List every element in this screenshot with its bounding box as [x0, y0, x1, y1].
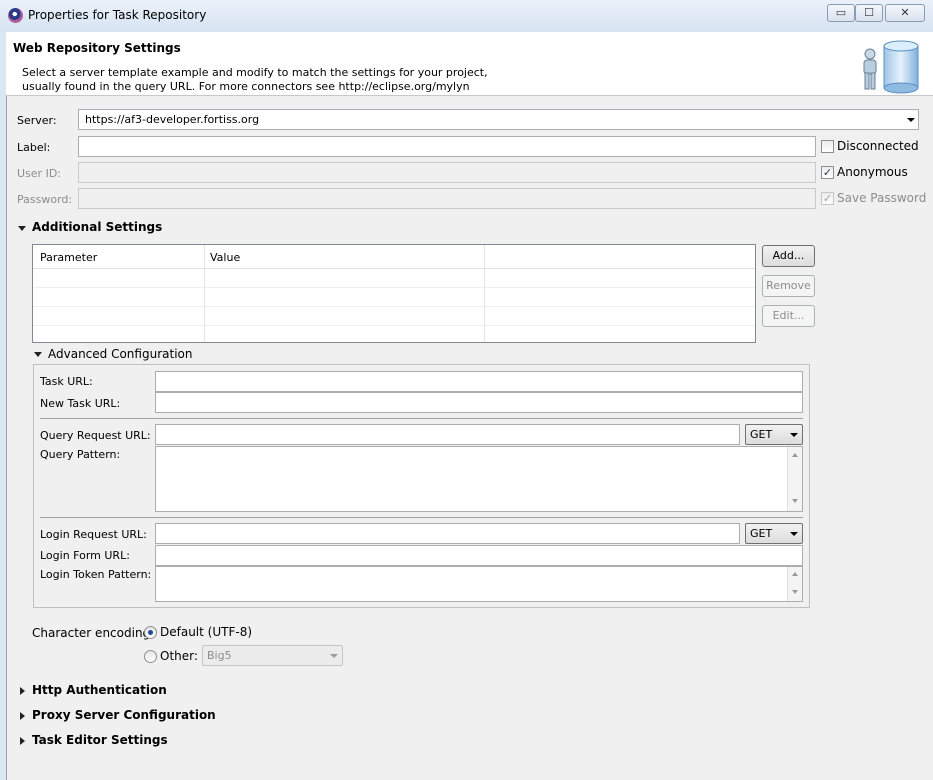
maximize-icon: ☐ [864, 6, 874, 19]
chevron-down-icon [907, 118, 915, 122]
server-value: https://af3-developer.fortiss.org [85, 113, 260, 126]
checkmark-icon: ✓ [822, 192, 833, 205]
disconnected-label: Disconnected [837, 139, 919, 153]
login-form-url-label: Login Form URL: [40, 549, 130, 562]
login-token-scrollbar[interactable] [787, 567, 802, 601]
window-title: Properties for Task Repository [28, 8, 207, 22]
login-form-url-input[interactable] [155, 545, 803, 566]
save-password-label: Save Password [837, 191, 927, 205]
task-editor-settings-section[interactable]: Task Editor Settings [32, 733, 168, 747]
login-token-pattern-label: Login Token Pattern: [40, 568, 152, 581]
scroll-up-icon[interactable] [792, 453, 798, 457]
new-task-url-input[interactable] [155, 392, 803, 413]
label-input[interactable] [78, 136, 816, 157]
radio-selected-dot [148, 630, 153, 635]
query-request-url-input[interactable] [155, 424, 740, 445]
minimize-button[interactable]: ▭ [827, 4, 855, 22]
page-description: Select a server template example and mod… [22, 66, 488, 93]
anonymous-checkbox[interactable]: ✓ [821, 166, 834, 179]
other-encoding-radio[interactable] [144, 650, 157, 663]
query-request-url-label: Query Request URL: [40, 429, 151, 442]
separator [40, 418, 803, 419]
http-authentication-section[interactable]: Http Authentication [32, 683, 167, 697]
password-input[interactable] [78, 188, 816, 209]
edit-parameter-button[interactable]: Edit... [762, 305, 815, 327]
chevron-down-icon [790, 433, 798, 437]
query-pattern-textarea[interactable] [155, 446, 803, 512]
login-request-url-input[interactable] [155, 523, 740, 544]
close-window-button[interactable]: ✕ [885, 4, 925, 22]
server-combo[interactable]: https://af3-developer.fortiss.org [78, 109, 919, 130]
minimize-icon: ▭ [835, 6, 847, 19]
default-encoding-label: Default (UTF-8) [160, 625, 253, 639]
userid-label: User ID: [17, 167, 61, 180]
remove-parameter-button[interactable]: Remove [762, 275, 815, 297]
chevron-down-icon [790, 532, 798, 536]
password-label: Password: [17, 193, 73, 206]
expand-additional-settings-icon[interactable] [18, 226, 26, 231]
default-encoding-radio[interactable] [144, 626, 157, 639]
login-token-pattern-textarea[interactable] [155, 566, 803, 602]
eclipse-icon [8, 8, 23, 23]
maximize-button[interactable]: ☐ [855, 4, 883, 22]
parameters-table[interactable]: Parameter Value [32, 244, 756, 343]
disconnected-checkbox[interactable] [821, 140, 834, 153]
other-encoding-label: Other: [160, 649, 198, 663]
column-header-parameter[interactable]: Parameter [40, 251, 97, 264]
other-encoding-select[interactable]: Big5 [202, 645, 343, 666]
server-label: Server: [17, 114, 57, 127]
additional-settings-title[interactable]: Additional Settings [32, 220, 162, 234]
expand-http-auth-icon[interactable] [20, 687, 25, 695]
page-title: Web Repository Settings [13, 41, 181, 55]
expand-advanced-icon[interactable] [34, 352, 42, 357]
separator [40, 517, 803, 518]
checkmark-icon: ✓ [822, 166, 833, 179]
login-method-select[interactable]: GET [745, 523, 803, 544]
userid-input[interactable] [78, 162, 816, 183]
other-encoding-value: Big5 [207, 649, 232, 662]
query-pattern-label: Query Pattern: [40, 448, 121, 461]
proxy-server-section[interactable]: Proxy Server Configuration [32, 708, 216, 722]
scroll-up-icon[interactable] [792, 572, 798, 576]
close-icon: ✕ [900, 6, 910, 19]
expand-task-editor-icon[interactable] [20, 737, 25, 745]
scroll-down-icon[interactable] [792, 499, 798, 503]
anonymous-label: Anonymous [837, 165, 908, 179]
column-header-value[interactable]: Value [210, 251, 240, 264]
scroll-down-icon[interactable] [792, 590, 798, 594]
advanced-configuration-title[interactable]: Advanced Configuration [48, 347, 192, 361]
user-database-icon [860, 40, 922, 94]
task-url-label: Task URL: [40, 375, 93, 388]
login-request-url-label: Login Request URL: [40, 528, 147, 541]
task-url-input[interactable] [155, 371, 803, 392]
save-password-checkbox[interactable]: ✓ [821, 192, 834, 205]
query-method-select[interactable]: GET [745, 424, 803, 445]
label-label: Label: [17, 141, 51, 154]
new-task-url-label: New Task URL: [40, 397, 121, 410]
expand-proxy-icon[interactable] [20, 712, 25, 720]
character-encoding-label: Character encoding: [32, 626, 155, 640]
add-parameter-button[interactable]: Add... [762, 245, 815, 267]
chevron-down-icon [330, 654, 338, 658]
login-method-value: GET [750, 527, 773, 540]
query-pattern-scrollbar[interactable] [787, 447, 802, 511]
query-method-value: GET [750, 428, 773, 441]
